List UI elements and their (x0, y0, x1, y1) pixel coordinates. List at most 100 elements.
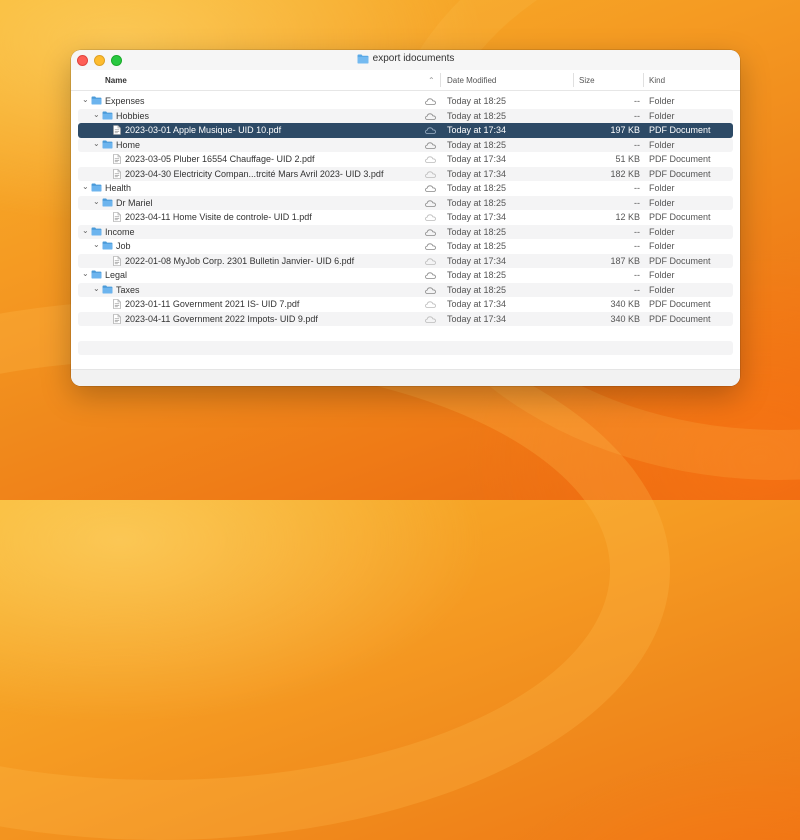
folder-icon (91, 270, 102, 281)
item-size: -- (634, 183, 640, 193)
item-date: Today at 17:34 (447, 255, 507, 266)
disclosure-chevron-icon[interactable]: ⌄ (93, 139, 101, 148)
item-size: -- (634, 139, 640, 150)
item-size: -- (634, 110, 640, 121)
file-row[interactable]: 2023-03-05 Pluber 16554 Chauffage- UID 2… (78, 152, 733, 167)
item-name: 2023-01-11 Government 2021 IS- UID 7.pdf (125, 299, 300, 309)
item-name: Hobbies (116, 110, 150, 121)
column-header: Name ⌃ Date Modified Size Kind (71, 70, 740, 91)
item-name: 2023-04-11 Government 2022 Impots- UID 9… (125, 313, 318, 324)
item-name: 2023-03-05 Pluber 16554 Chauffage- UID 2… (125, 154, 315, 164)
title-bar[interactable]: export idocuments (71, 50, 740, 70)
empty-row (78, 355, 733, 370)
disclosure-chevron-icon[interactable]: ⌄ (93, 284, 101, 293)
item-size: 12 KB (615, 212, 640, 222)
item-kind: PDF Document (649, 255, 711, 266)
folder-icon (102, 197, 113, 209)
item-date: Today at 18:25 (447, 96, 507, 106)
item-size: -- (634, 96, 640, 106)
pdf-file-icon (113, 299, 121, 311)
folder-icon (102, 110, 113, 122)
item-size: 340 KB (610, 313, 640, 324)
icloud-status-icon (425, 271, 436, 281)
item-date: Today at 17:34 (447, 125, 507, 135)
icloud-status-icon (425, 199, 436, 209)
item-kind: Folder (649, 139, 675, 150)
folder-row[interactable]: ⌄ Taxes Today at 18:25 -- Folder (78, 282, 733, 297)
column-date-header[interactable]: Date Modified (447, 76, 496, 85)
file-row[interactable]: 2023-04-30 Electricity Compan...trcité M… (78, 166, 733, 181)
column-size-header[interactable]: Size (579, 76, 595, 85)
item-name: Job (116, 241, 131, 251)
item-kind: PDF Document (649, 313, 711, 324)
file-row[interactable]: 2023-04-11 Home Visite de controle- UID … (78, 210, 733, 225)
folder-icon (91, 183, 102, 194)
file-row[interactable]: 2023-01-11 Government 2021 IS- UID 7.pdf… (78, 297, 733, 312)
item-date: Today at 17:34 (447, 313, 507, 324)
icloud-status-icon (425, 184, 436, 194)
item-kind: PDF Document (649, 299, 711, 309)
item-name: 2022-01-08 MyJob Corp. 2301 Bulletin Jan… (125, 255, 355, 266)
item-kind: PDF Document (649, 125, 711, 135)
item-name: Taxes (116, 284, 140, 295)
folder-icon (102, 139, 113, 151)
icloud-status-icon (425, 228, 436, 238)
item-name: Health (105, 183, 132, 193)
disclosure-chevron-icon[interactable]: ⌄ (93, 240, 101, 249)
item-date: Today at 18:25 (447, 226, 507, 237)
item-date: Today at 18:25 (447, 183, 507, 193)
file-row[interactable]: 2023-04-11 Government 2022 Impots- UID 9… (78, 311, 733, 326)
folder-row[interactable]: ⌄ Home Today at 18:25 -- Folder (78, 137, 733, 152)
folder-row[interactable]: ⌄ Health Today at 18:25 -- Folder (78, 181, 733, 196)
folder-row[interactable]: ⌄ Hobbies Today at 18:25 -- Folder (78, 108, 733, 123)
item-size: 197 KB (610, 125, 640, 135)
item-date: Today at 17:34 (447, 299, 507, 309)
item-name: Legal (105, 270, 128, 280)
column-kind-header[interactable]: Kind (649, 76, 665, 85)
item-kind: Folder (649, 110, 675, 121)
disclosure-chevron-icon[interactable]: ⌄ (93, 110, 101, 119)
item-date: Today at 18:25 (447, 110, 507, 121)
disclosure-chevron-icon[interactable]: ⌄ (82, 226, 90, 235)
folder-row[interactable]: ⌄ Job Today at 18:25 -- Folder (78, 239, 733, 254)
disclosure-chevron-icon[interactable]: ⌄ (93, 197, 101, 206)
folder-row[interactable]: ⌄ Dr Mariel Today at 18:25 -- Folder (78, 195, 733, 210)
disclosure-chevron-icon[interactable]: ⌄ (82, 182, 90, 191)
item-date: Today at 17:34 (447, 168, 507, 179)
file-row[interactable]: 2023-03-01 Apple Musique- UID 10.pdf Toda… (78, 123, 733, 138)
item-size: 51 KB (615, 154, 640, 164)
icloud-status-icon (425, 126, 436, 136)
icloud-status-icon (425, 286, 436, 296)
disclosure-chevron-icon[interactable]: ⌄ (82, 95, 90, 104)
folder-row[interactable]: ⌄ Income Today at 18:25 -- Folder (78, 224, 733, 239)
icloud-status-icon (425, 155, 436, 165)
item-date: Today at 18:25 (447, 270, 507, 280)
file-list: ⌄ Expenses Today at 18:25 -- Folder ⌄ Hobbies T… (78, 94, 733, 384)
path-bar (71, 369, 740, 386)
empty-row (78, 340, 733, 355)
window-title: export idocuments (372, 53, 455, 64)
item-date: Today at 17:34 (447, 154, 507, 164)
pdf-file-icon (113, 154, 121, 166)
icloud-status-icon (425, 213, 436, 223)
folder-row[interactable]: ⌄ Legal Today at 18:25 -- Folder (78, 268, 733, 283)
folder-icon (91, 226, 102, 238)
disclosure-chevron-icon[interactable]: ⌄ (82, 269, 90, 278)
pdf-file-icon (113, 168, 121, 181)
item-size: -- (634, 226, 640, 237)
item-kind: Folder (649, 197, 675, 208)
item-kind: Folder (649, 96, 675, 106)
file-row[interactable]: 2022-01-08 MyJob Corp. 2301 Bulletin Jan… (78, 253, 733, 268)
item-kind: Folder (649, 241, 675, 251)
icloud-status-icon (425, 170, 436, 180)
item-size: -- (634, 270, 640, 280)
folder-icon (102, 284, 113, 296)
item-kind: Folder (649, 183, 675, 193)
column-name-header[interactable]: Name (105, 76, 127, 85)
finder-window: export idocuments Name ⌃ Date Modified S… (71, 50, 740, 386)
icloud-status-icon (425, 112, 436, 122)
item-name: Home (116, 139, 141, 150)
item-name: Dr Mariel (116, 197, 153, 208)
sort-ascending-icon[interactable]: ⌃ (428, 76, 435, 85)
folder-row[interactable]: ⌄ Expenses Today at 18:25 -- Folder (78, 94, 733, 109)
